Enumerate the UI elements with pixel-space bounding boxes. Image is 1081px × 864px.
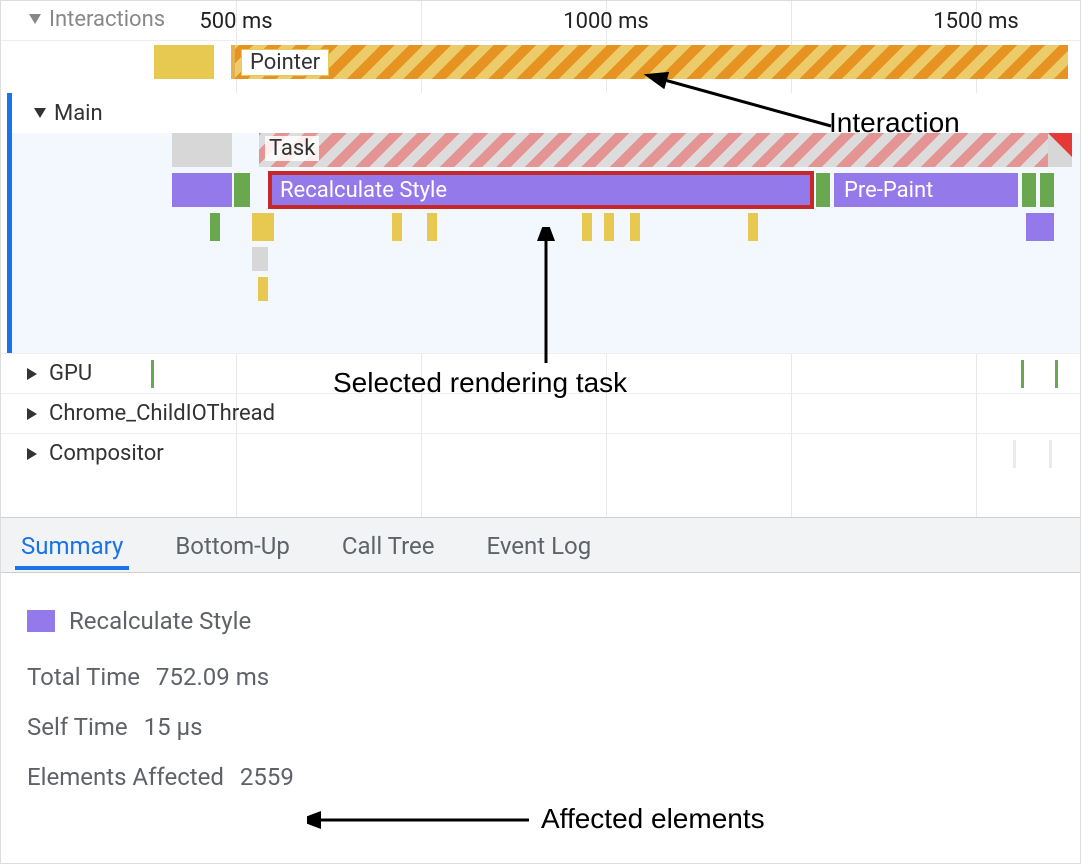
- flame-bar[interactable]: [1026, 213, 1054, 241]
- main-thread-section: Main Task Recalculate Style Pre-Paint: [7, 93, 1080, 353]
- tab-call-tree[interactable]: Call Tree: [336, 520, 441, 570]
- interactions-track-header[interactable]: Interactions: [1, 1, 179, 37]
- flame-bar[interactable]: [234, 173, 250, 207]
- interactions-label: Interactions: [49, 7, 165, 32]
- flame-bar[interactable]: [1022, 173, 1036, 207]
- collapse-icon: [34, 108, 46, 118]
- long-task-bar[interactable]: Task: [259, 133, 1048, 167]
- summary-self-time: Self Time 15 µs: [27, 713, 1054, 741]
- flame-bar[interactable]: [392, 213, 402, 241]
- event-name: Recalculate Style: [69, 607, 251, 635]
- timeline-panel: Interactions 500 ms 1000 ms 1500 ms Poin…: [1, 1, 1080, 517]
- expand-icon: [27, 368, 37, 380]
- recalculate-style-bar[interactable]: Recalculate Style: [270, 173, 812, 207]
- gpu-track-header[interactable]: GPU: [1, 353, 1080, 393]
- flame-bar[interactable]: [427, 213, 437, 241]
- event-color-chip: [27, 610, 55, 632]
- flame-task-bar[interactable]: [172, 133, 232, 167]
- summary-elements-affected: Elements Affected 2559: [27, 763, 1054, 791]
- summary-total-time: Total Time 752.09 ms: [27, 663, 1054, 691]
- expand-icon: [27, 408, 37, 420]
- long-task-warning-icon: [1048, 133, 1072, 157]
- details-tab-bar: Summary Bottom-Up Call Tree Event Log: [1, 517, 1080, 573]
- flame-chart[interactable]: Task Recalculate Style Pre-Paint: [12, 133, 1080, 353]
- flame-bar[interactable]: [582, 213, 592, 241]
- interactions-track[interactable]: Pointer: [1, 45, 1080, 81]
- compositor-track-header[interactable]: Compositor: [1, 433, 1080, 473]
- collapse-icon: [29, 14, 41, 24]
- tab-summary[interactable]: Summary: [15, 520, 129, 570]
- elements-affected-label: Elements Affected: [27, 763, 224, 791]
- ruler-tick-label: 1500 ms: [933, 9, 1019, 34]
- flame-bar[interactable]: [816, 173, 830, 207]
- flame-bar[interactable]: [748, 213, 758, 241]
- elements-affected-value: 2559: [240, 763, 294, 791]
- flame-bar[interactable]: [210, 213, 220, 241]
- flame-bar[interactable]: [604, 213, 614, 241]
- flame-bar[interactable]: [630, 213, 640, 241]
- tab-bottom-up[interactable]: Bottom-Up: [169, 520, 296, 570]
- pointer-label: Pointer: [241, 49, 329, 76]
- ruler-tick-label: 1000 ms: [563, 9, 649, 34]
- main-track-header[interactable]: Main: [12, 93, 1080, 133]
- tab-event-log[interactable]: Event Log: [480, 520, 597, 570]
- summary-panel: Recalculate Style Total Time 752.09 ms S…: [1, 573, 1080, 833]
- recalc-style-label: Recalculate Style: [280, 178, 447, 203]
- summary-event-title: Recalculate Style: [27, 607, 1054, 635]
- expand-icon: [27, 448, 37, 460]
- total-time-label: Total Time: [27, 663, 140, 691]
- compositor-label: Compositor: [49, 441, 164, 466]
- self-time-value: 15 µs: [144, 713, 203, 741]
- pointer-interaction-bar[interactable]: [231, 45, 1068, 79]
- self-time-label: Self Time: [27, 713, 128, 741]
- childio-track-header[interactable]: Chrome_ChildIOThread: [1, 393, 1080, 433]
- ruler-tick-label: 500 ms: [199, 9, 272, 34]
- flame-bar[interactable]: [258, 277, 268, 301]
- flame-bar[interactable]: [252, 213, 274, 241]
- flame-bar[interactable]: [252, 247, 268, 271]
- prepaint-label: Pre-Paint: [844, 178, 933, 203]
- time-ruler[interactable]: Interactions 500 ms 1000 ms 1500 ms: [1, 1, 1080, 41]
- task-label: Task: [265, 136, 319, 161]
- flame-bar[interactable]: [1040, 173, 1054, 207]
- gpu-label: GPU: [49, 361, 92, 386]
- flame-bar[interactable]: [172, 173, 232, 207]
- total-time-value: 752.09 ms: [156, 663, 269, 691]
- childio-label: Chrome_ChildIOThread: [49, 401, 275, 426]
- main-label: Main: [54, 101, 103, 126]
- pre-paint-bar[interactable]: Pre-Paint: [834, 173, 1018, 207]
- interaction-whisker[interactable]: [154, 45, 214, 79]
